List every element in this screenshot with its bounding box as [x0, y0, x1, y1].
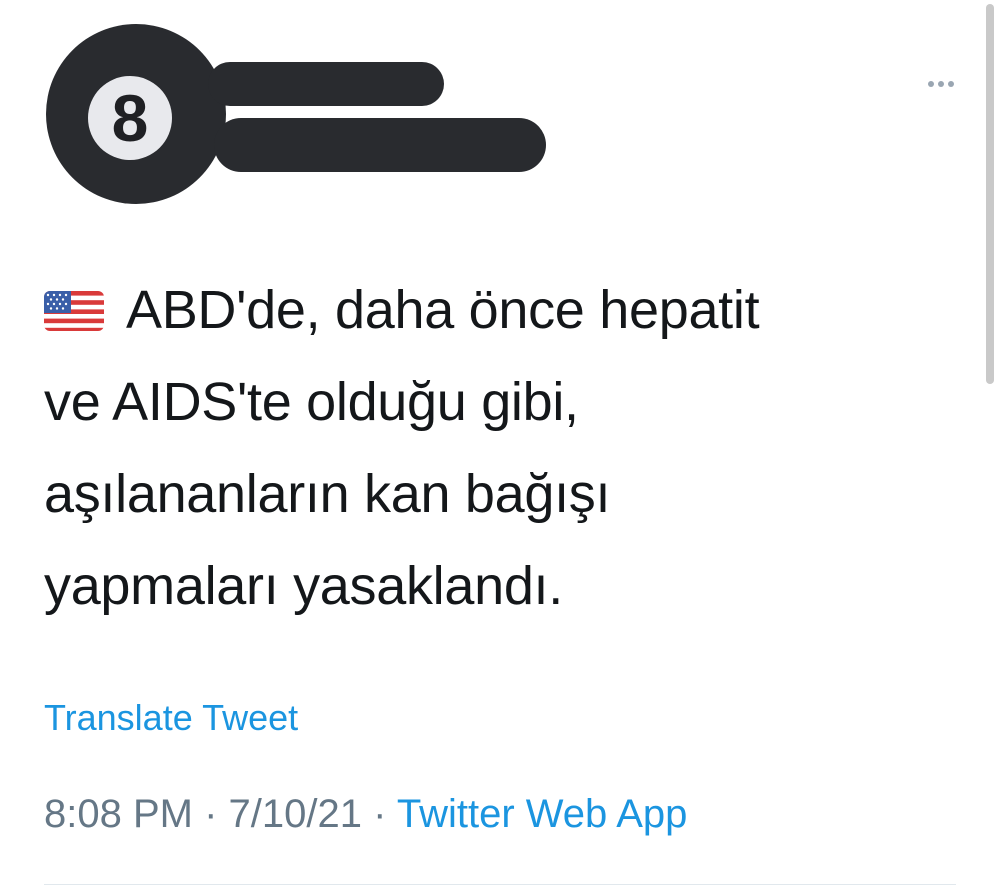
scrollbar[interactable] [986, 4, 994, 384]
meta-separator: · [373, 792, 387, 836]
tweet-time[interactable]: 8:08 PM [44, 792, 193, 836]
meta-separator: · [204, 792, 218, 836]
redacted-display-name [208, 62, 444, 106]
tweet-line: ABD'de, daha önce hepatit [44, 264, 944, 356]
divider [44, 884, 956, 885]
avatar[interactable]: 8 [46, 24, 226, 204]
tweet-source-link[interactable]: Twitter Web App [397, 792, 688, 836]
tweet-date[interactable]: 7/10/21 [229, 792, 362, 836]
tweet-card: 8 ABD'de, daha önce hepatit ve AIDS'te o… [0, 0, 1000, 893]
tweet-meta: 8:08 PM · 7/10/21 · Twitter Web App [44, 792, 687, 837]
tweet-text: ABD'de, daha önce hepatit ve AIDS'te old… [44, 264, 944, 632]
tweet-line: ve AIDS'te olduğu gibi, [44, 372, 579, 432]
more-horizontal-icon[interactable] [924, 64, 954, 92]
tweet-line: yapmaları yasaklandı. [44, 556, 563, 616]
avatar-label: 8 [111, 81, 149, 155]
eight-ball-icon: 8 [88, 76, 172, 160]
tweet-line-text: ABD'de, daha önce hepatit [126, 280, 760, 340]
redacted-username [214, 118, 546, 172]
us-flag-icon [44, 290, 104, 331]
translate-tweet-link[interactable]: Translate Tweet [44, 697, 298, 739]
tweet-line: aşılananların kan bağışı [44, 464, 611, 524]
